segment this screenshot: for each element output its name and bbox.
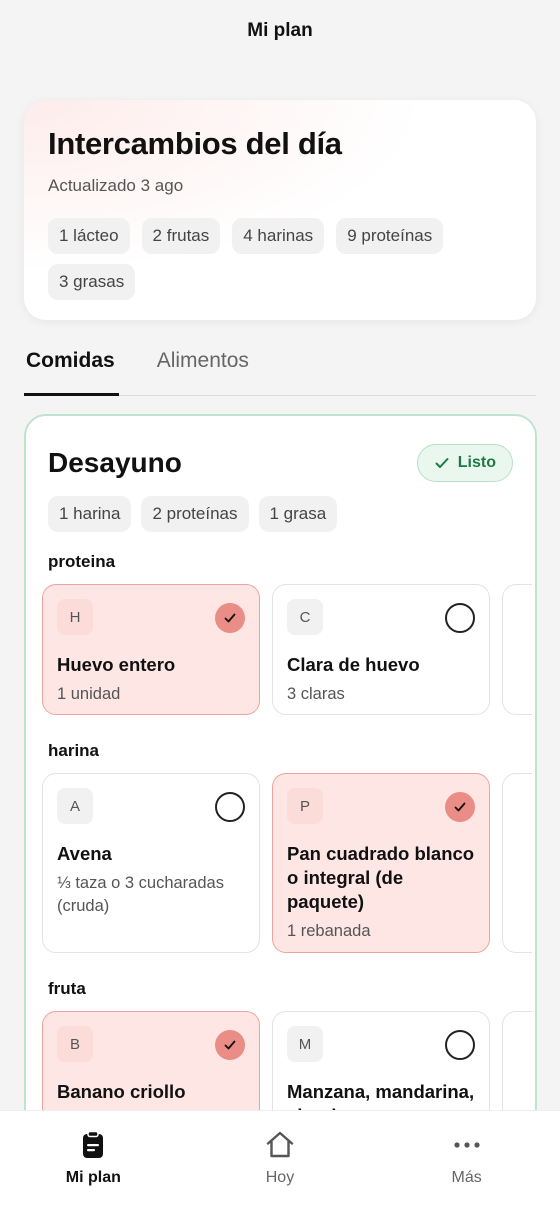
food-name: Banano criollo [57,1081,186,1102]
exchange-chip: 9 proteínas [336,218,444,254]
tab-bar: Comidas Alimentos [24,335,536,396]
nav-label: Mi plan [65,1169,121,1186]
nav-item-mi-plan[interactable]: Mi plan [33,1129,153,1211]
exchange-chip: 1 lácteo [48,218,130,254]
meal-card-desayuno: Desayuno Listo 1 harina 2 proteínas 1 gr… [24,414,537,1174]
exchange-chip: 4 harinas [232,218,325,254]
selected-check[interactable] [215,603,245,633]
food-card-peek[interactable] [502,584,532,715]
more-icon [454,1142,480,1148]
exchange-chip: 3 grasas [48,264,136,300]
exchange-chip: 2 frutas [141,218,221,254]
section-title-proteina: proteina [48,552,116,571]
food-avatar: C [287,599,323,635]
app-header: Mi plan [0,0,560,62]
check-icon [454,802,466,812]
food-card[interactable]: H Huevo entero 1 unidad [42,584,260,715]
status-label: Listo [457,454,496,471]
food-quantity: 1 unidad [57,685,121,704]
select-radio[interactable] [445,1030,475,1060]
summary-title: Intercambios del día [48,126,342,161]
food-quantity: 1 rebanada [287,922,371,941]
clipboard-icon [83,1130,104,1158]
nav-label: Más [451,1169,482,1186]
food-row-proteina: H Huevo entero 1 unidad C Clara de huevo… [42,584,532,715]
selected-check[interactable] [445,792,475,822]
check-icon [224,1040,236,1050]
food-row-harina: A Avena ⅓ taza o 3 cucharadas (cruda) P … [42,773,532,953]
food-name: Huevo entero [57,654,176,675]
status-badge[interactable]: Listo [416,444,513,482]
page-title: Mi plan [247,20,313,41]
nav-item-hoy[interactable]: Hoy [220,1129,340,1211]
tab-comidas[interactable]: Comidas [24,335,119,396]
food-card[interactable]: A Avena ⅓ taza o 3 cucharadas (cruda) [42,773,260,953]
meal-title: Desayuno [48,447,182,478]
home-icon [266,1131,294,1158]
section-title-fruta: fruta [48,979,86,998]
bottom-navigation: Mi plan Hoy Más [0,1110,560,1211]
food-avatar: M [287,1026,323,1062]
food-avatar: P [287,788,323,824]
daily-exchanges-card: Intercambios del día Actualizado 3 ago 1… [24,100,536,320]
nav-label: Hoy [265,1169,295,1186]
select-radio[interactable] [445,603,475,633]
food-card[interactable]: P Pan cuadrado blanco o integral (de paq… [272,773,490,953]
food-name: Avena [57,843,112,864]
summary-chips: 1 lácteo 2 frutas 4 harinas 9 proteínas … [48,218,512,300]
meal-exchange-chip: 1 grasa [258,496,338,532]
check-icon [435,458,449,468]
food-card-peek[interactable] [502,773,532,953]
nav-item-mas[interactable]: Más [407,1129,527,1211]
food-quantity: ⅓ taza o 3 cucharadas (cruda) [57,874,224,916]
food-quantity: 3 claras [287,685,345,704]
meal-exchange-chip: 1 harina [48,496,132,532]
food-avatar: H [57,599,93,635]
selected-check[interactable] [215,1030,245,1060]
tab-alimentos[interactable]: Alimentos [155,335,251,396]
food-avatar: B [57,1026,93,1062]
food-card[interactable]: C Clara de huevo 3 claras [272,584,490,715]
food-avatar: A [57,788,93,824]
meal-chips: 1 harina 2 proteínas 1 grasa [26,496,535,532]
summary-updated: Actualizado 3 ago [48,176,184,195]
food-name: Pan cuadrado blanco o integral (de paque… [287,843,475,913]
section-title-harina: harina [48,741,100,760]
check-icon [224,613,236,623]
select-radio[interactable] [215,792,245,822]
food-name: Clara de huevo [287,654,420,675]
meal-exchange-chip: 2 proteínas [141,496,249,532]
